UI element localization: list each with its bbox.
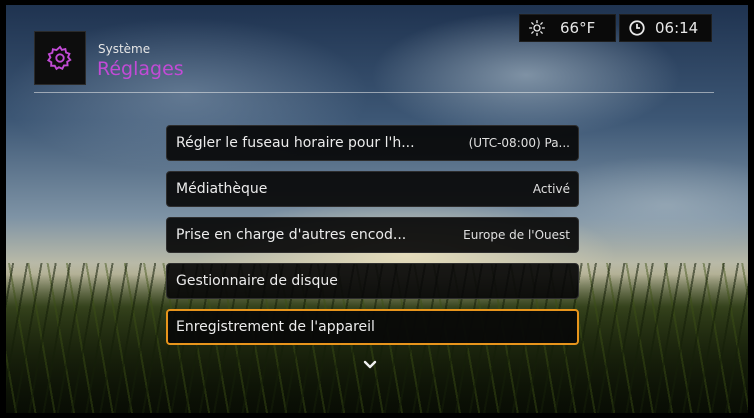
temperature-text: 66°F — [560, 19, 596, 37]
menu-item-value: Activé — [532, 182, 570, 196]
clock-icon — [629, 20, 645, 36]
menu-item-label: Régler le fuseau horaire pour l'h... — [176, 135, 415, 151]
gear-icon — [46, 45, 72, 71]
menu-item-value: (UTC-08:00) Pa... — [468, 136, 570, 150]
settings-app-tile — [34, 31, 86, 85]
sun-icon — [529, 20, 545, 36]
page-title: Réglages — [97, 58, 184, 80]
settings-menu: Régler le fuseau horaire pour l'h... (UT… — [166, 125, 579, 355]
menu-item-encoding[interactable]: Prise en charge d'autres encod... Europe… — [166, 217, 579, 253]
menu-item-label: Médiathèque — [176, 181, 268, 197]
menu-item-label: Prise en charge d'autres encod... — [176, 227, 407, 243]
menu-item-disk-manager[interactable]: Gestionnaire de disque — [166, 263, 579, 299]
header-divider — [34, 92, 714, 93]
weather-widget: 66°F — [519, 14, 616, 42]
time-text: 06:14 — [655, 19, 699, 37]
breadcrumb-parent: Système — [98, 42, 151, 56]
menu-item-media-library[interactable]: Médiathèque Activé — [166, 171, 579, 207]
menu-item-value: Europe de l'Ouest — [463, 228, 570, 242]
menu-item-timezone[interactable]: Régler le fuseau horaire pour l'h... (UT… — [166, 125, 579, 161]
menu-item-label: Enregistrement de l'appareil — [176, 319, 375, 335]
clock-widget: 06:14 — [619, 14, 712, 42]
menu-item-device-registration[interactable]: Enregistrement de l'appareil — [166, 309, 579, 345]
chevron-down-icon[interactable] — [362, 359, 378, 371]
menu-item-label: Gestionnaire de disque — [176, 273, 338, 289]
